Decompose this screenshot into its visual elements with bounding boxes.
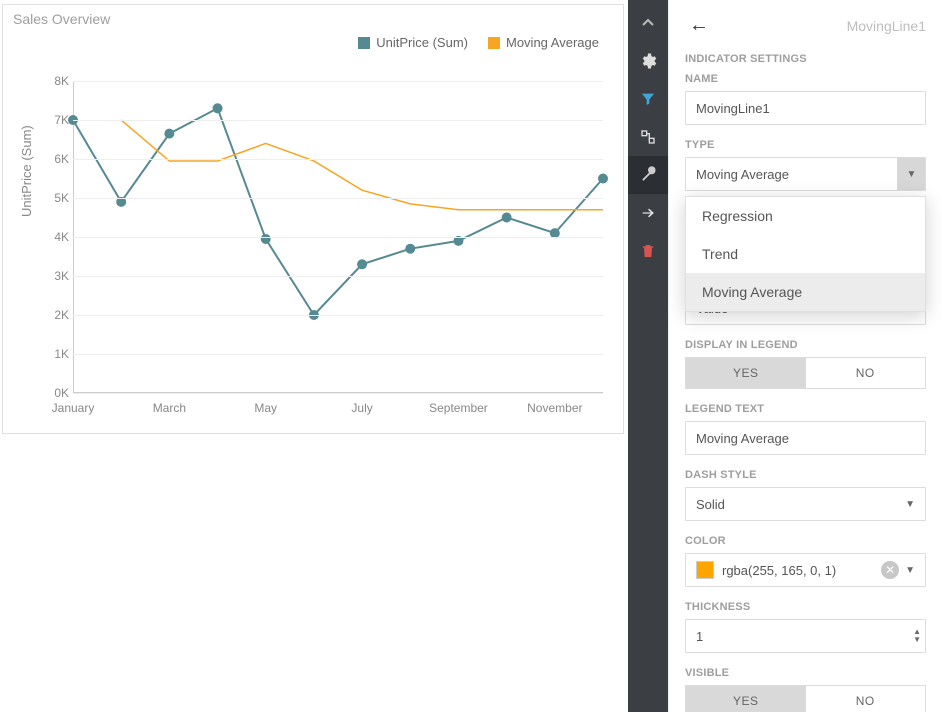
- panel-title: MovingLine1: [847, 18, 926, 34]
- type-select-value: Moving Average: [696, 167, 789, 182]
- name-input[interactable]: [685, 91, 926, 125]
- y-tick: 6K: [41, 152, 69, 166]
- chevron-down-icon[interactable]: ▼: [897, 158, 925, 190]
- dash-style-value: Solid: [696, 497, 725, 512]
- gear-icon[interactable]: [628, 42, 668, 80]
- thickness-spinner: ▲ ▼: [913, 628, 921, 644]
- display-legend-label: DISPLAY IN LEGEND: [685, 339, 926, 351]
- legend-swatch-orange: [488, 37, 500, 49]
- thickness-value: 1: [696, 629, 703, 644]
- legend-text-label: LEGEND TEXT: [685, 403, 926, 415]
- type-option-trend[interactable]: Trend: [686, 235, 925, 273]
- x-tick: July: [351, 401, 372, 415]
- thickness-input[interactable]: 1 ▲ ▼: [685, 619, 926, 653]
- collapse-icon[interactable]: [628, 4, 668, 42]
- color-swatch: [696, 561, 714, 579]
- type-select[interactable]: Moving Average ▼: [685, 157, 926, 191]
- chart-area: Sales Overview UnitPrice (Sum) Moving Av…: [0, 0, 628, 712]
- x-tick: September: [429, 401, 488, 415]
- legend-label-1: UnitPrice (Sum): [376, 35, 468, 50]
- dash-style-label: DASH STYLE: [685, 469, 926, 481]
- type-dropdown-list: Regression Trend Moving Average: [685, 196, 926, 312]
- x-tick: January: [52, 401, 95, 415]
- y-tick: 8K: [41, 74, 69, 88]
- color-select[interactable]: rgba(255, 165, 0, 1) ✕ ▼: [685, 553, 926, 587]
- section-main-label: INDICATOR SETTINGS: [685, 53, 926, 65]
- legend-item-series1: UnitPrice (Sum): [358, 35, 468, 50]
- name-label: NAME: [685, 73, 926, 85]
- visible-toggle: YES NO: [685, 685, 926, 712]
- display-legend-toggle: YES NO: [685, 357, 926, 389]
- type-option-moving-average[interactable]: Moving Average: [686, 273, 925, 311]
- display-legend-no[interactable]: NO: [806, 358, 926, 388]
- indicator-settings-panel: ← MovingLine1 INDICATOR SETTINGS NAME TY…: [668, 0, 942, 712]
- y-tick: 1K: [41, 347, 69, 361]
- name-input-inner[interactable]: [696, 101, 915, 116]
- arrow-right-icon[interactable]: [628, 194, 668, 232]
- thickness-label: THICKNESS: [685, 601, 926, 613]
- spinner-down-icon[interactable]: ▼: [913, 636, 921, 644]
- color-label: COLOR: [685, 535, 926, 547]
- y-tick: 2K: [41, 308, 69, 322]
- x-tick: May: [254, 401, 277, 415]
- side-toolbar: [628, 0, 668, 712]
- nodes-icon[interactable]: [628, 118, 668, 156]
- dash-style-select[interactable]: Solid ▼: [685, 487, 926, 521]
- legend-text-input[interactable]: [685, 421, 926, 455]
- visible-label: VISIBLE: [685, 667, 926, 679]
- chart-legend: UnitPrice (Sum) Moving Average: [358, 35, 599, 50]
- chart-card: Sales Overview UnitPrice (Sum) Moving Av…: [2, 4, 624, 434]
- back-arrow-icon[interactable]: ←: [685, 10, 713, 41]
- x-tick: November: [527, 401, 582, 415]
- y-tick: 5K: [41, 191, 69, 205]
- chart-title: Sales Overview: [3, 5, 623, 33]
- y-tick: 0K: [41, 386, 69, 400]
- type-label: TYPE: [685, 139, 926, 151]
- color-value-text: rgba(255, 165, 0, 1): [722, 563, 836, 578]
- trash-icon[interactable]: [628, 232, 668, 270]
- chevron-down-icon[interactable]: ▼: [905, 565, 915, 576]
- chart-plot: UnitPrice (Sum) 0K1K2K3K4K5K6K7K8KJanuar…: [73, 81, 603, 393]
- y-tick: 4K: [41, 230, 69, 244]
- clear-color-icon[interactable]: ✕: [881, 561, 899, 579]
- legend-swatch-teal: [358, 37, 370, 49]
- legend-text-input-inner[interactable]: [696, 431, 915, 446]
- wrench-icon[interactable]: [628, 156, 668, 194]
- y-tick: 3K: [41, 269, 69, 283]
- x-tick: March: [153, 401, 186, 415]
- filter-icon[interactable]: [628, 80, 668, 118]
- y-axis-title: UnitPrice (Sum): [19, 125, 34, 217]
- visible-yes[interactable]: YES: [686, 686, 806, 712]
- panel-header: ← MovingLine1: [685, 10, 926, 41]
- visible-no[interactable]: NO: [806, 686, 926, 712]
- y-tick: 7K: [41, 113, 69, 127]
- display-legend-yes[interactable]: YES: [686, 358, 806, 388]
- legend-item-series2: Moving Average: [488, 35, 599, 50]
- legend-label-2: Moving Average: [506, 35, 599, 50]
- type-option-regression[interactable]: Regression: [686, 197, 925, 235]
- chevron-down-icon[interactable]: ▼: [905, 499, 915, 510]
